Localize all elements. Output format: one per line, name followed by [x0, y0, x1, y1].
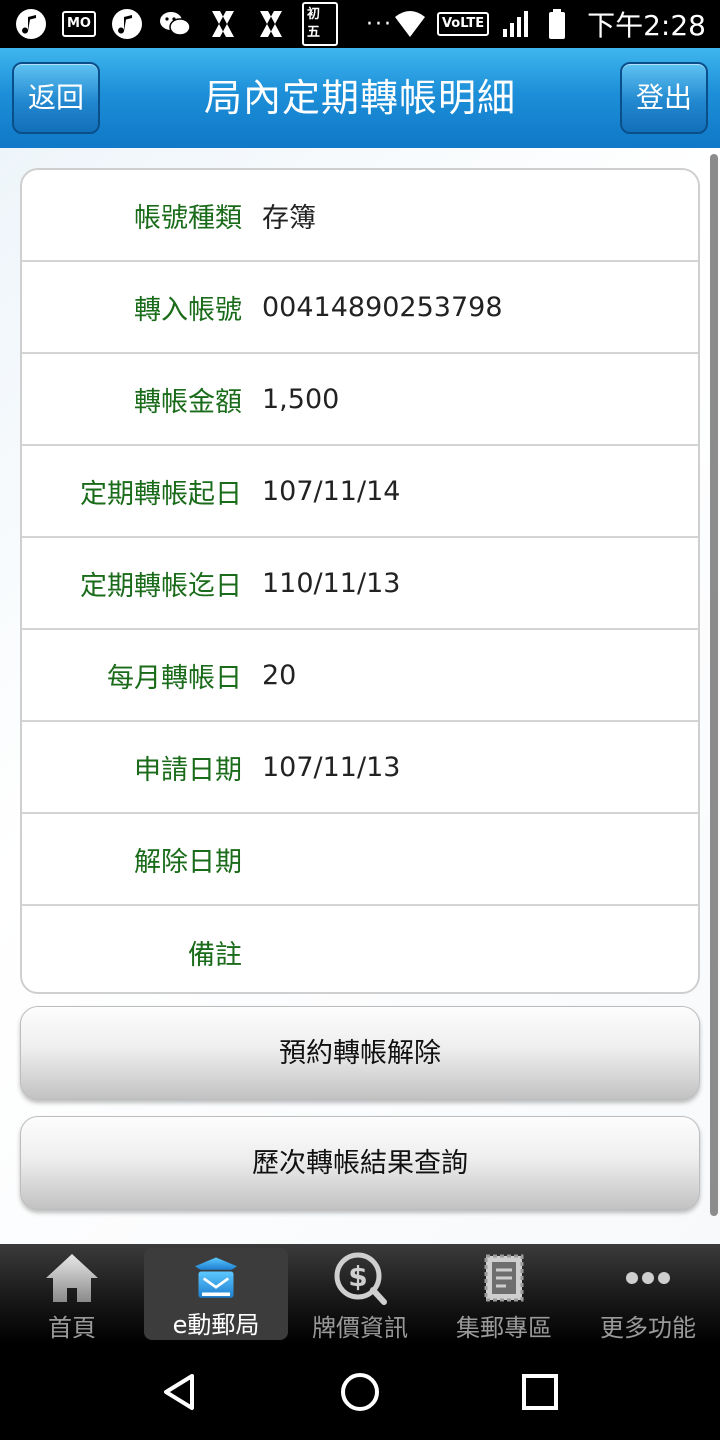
x-app-icon-2 — [254, 7, 288, 41]
detail-row-remarks: 備註 — [22, 906, 698, 992]
detail-label: 解除日期 — [134, 846, 242, 878]
detail-label: 轉帳金額 — [134, 386, 242, 418]
back-button[interactable]: 返回 — [12, 62, 100, 134]
back-triangle-icon — [164, 1374, 194, 1410]
more-icon — [626, 1272, 670, 1284]
battery-icon — [543, 7, 577, 41]
detail-label: 備註 — [188, 939, 242, 971]
detail-value: 存簿 — [262, 202, 316, 234]
tab-rates[interactable]: $ 牌價資訊 — [288, 1244, 432, 1344]
page-title: 局內定期轉帳明細 — [203, 76, 516, 120]
more-notifications-icon: ··· — [365, 11, 393, 37]
dollar-icon: $ — [334, 1252, 387, 1305]
detail-row-target-account: 轉入帳號 00414890253798 — [22, 262, 698, 354]
bottom-tab-bar: 首頁 e動郵局 $ 牌價資訊 集郵專區 更多功能 — [0, 1244, 720, 1344]
svg-text:$: $ — [348, 1260, 367, 1293]
detail-row-account-type: 帳號種類 存簿 — [22, 170, 698, 262]
detail-label: 轉入帳號 — [134, 294, 242, 326]
detail-value: 107/11/13 — [262, 751, 401, 783]
detail-label: 申請日期 — [134, 754, 242, 786]
signal-icon — [499, 7, 533, 41]
detail-row-start-date: 定期轉帳起日 107/11/14 — [22, 446, 698, 538]
tab-home[interactable]: 首頁 — [0, 1244, 144, 1344]
wifi-icon — [393, 7, 427, 41]
detail-row-amount: 轉帳金額 1,500 — [22, 354, 698, 446]
clock: 下午2:28 — [587, 9, 706, 42]
detail-card: 帳號種類 存簿 轉入帳號 00414890253798 轉帳金額 1,500 定… — [20, 168, 700, 994]
history-query-button[interactable]: 歷次轉帳結果查詢 — [20, 1116, 700, 1210]
home-circle-icon — [341, 1373, 379, 1411]
tab-stamps[interactable]: 集郵專區 — [432, 1244, 576, 1344]
recents-square-icon — [522, 1374, 558, 1410]
detail-value: 20 — [262, 659, 297, 691]
nav-recents-button[interactable] — [510, 1362, 570, 1422]
detail-value: 00414890253798 — [262, 291, 503, 323]
tab-label: 集郵專區 — [456, 1314, 552, 1342]
detail-label: 每月轉帳日 — [107, 662, 242, 694]
tab-label: 首頁 — [48, 1314, 96, 1342]
scrollbar[interactable] — [710, 154, 718, 1216]
status-bar: MO 初五 ··· VoLTE 下午2:28 — [0, 0, 720, 48]
detail-value: 110/11/13 — [262, 567, 401, 599]
music-note-icon-2 — [110, 7, 144, 41]
home-icon — [46, 1254, 98, 1302]
lunar-date-badge: 初五 — [302, 2, 338, 46]
tab-label: e動郵局 — [172, 1311, 260, 1339]
detail-label: 定期轉帳起日 — [80, 478, 242, 510]
app-header: 局內定期轉帳明細 返回 登出 — [0, 48, 720, 148]
detail-row-apply-date: 申請日期 107/11/13 — [22, 722, 698, 814]
post-office-icon — [195, 1257, 237, 1298]
tab-e-post[interactable]: e動郵局 — [144, 1248, 288, 1340]
x-app-icon — [206, 7, 240, 41]
detail-value: 107/11/14 — [262, 475, 401, 507]
system-nav-bar — [0, 1344, 720, 1440]
detail-row-end-date: 定期轉帳迄日 110/11/13 — [22, 538, 698, 630]
logout-button[interactable]: 登出 — [620, 62, 708, 134]
stamp-icon — [484, 1254, 524, 1302]
detail-value: 1,500 — [262, 383, 340, 415]
nav-back-button[interactable] — [150, 1362, 210, 1422]
music-note-icon — [14, 7, 48, 41]
nav-home-button[interactable] — [330, 1362, 390, 1422]
detail-row-monthly-day: 每月轉帳日 20 — [22, 630, 698, 722]
tab-label: 牌價資訊 — [312, 1314, 408, 1342]
detail-label: 帳號種類 — [134, 202, 242, 234]
detail-label: 定期轉帳迄日 — [80, 570, 242, 602]
volte-badge: VoLTE — [436, 12, 490, 36]
mo-badge-icon: MO — [62, 11, 96, 37]
tab-more[interactable]: 更多功能 — [576, 1244, 720, 1344]
content-area: 帳號種類 存簿 轉入帳號 00414890253798 轉帳金額 1,500 定… — [0, 148, 720, 1244]
detail-row-cancel-date: 解除日期 — [22, 814, 698, 906]
wechat-icon — [158, 7, 192, 41]
tab-label: 更多功能 — [600, 1314, 696, 1342]
cancel-reservation-button[interactable]: 預約轉帳解除 — [20, 1006, 700, 1100]
